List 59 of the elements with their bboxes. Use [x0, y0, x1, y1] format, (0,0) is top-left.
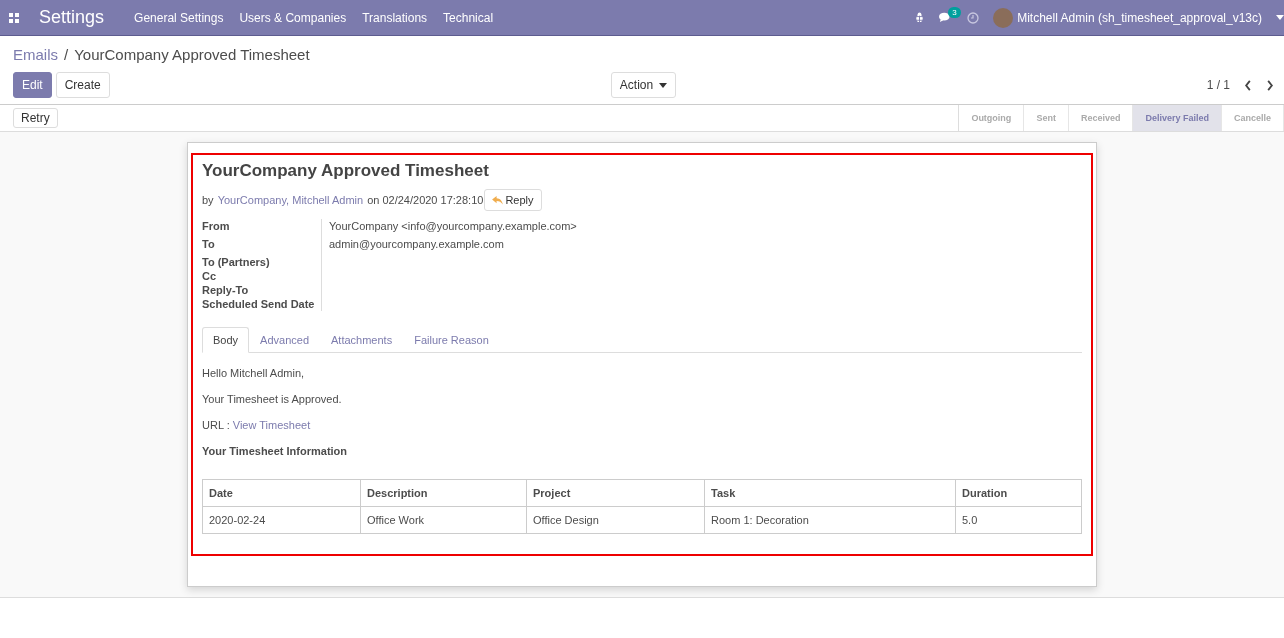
table-cell: Office Design	[526, 506, 705, 534]
pager-counter: 1 / 1	[1206, 78, 1230, 92]
clock-icon[interactable]	[967, 11, 980, 24]
menu-item[interactable]: Technical	[443, 10, 494, 25]
breadcrumb-separator: /	[64, 46, 69, 63]
table-cell: Room 1: Decoration	[704, 506, 956, 534]
app-title: Settings	[39, 7, 105, 28]
greeting-text: Hello Mitchell Admin,	[202, 367, 306, 379]
caret-icon[interactable]	[1276, 15, 1284, 20]
message-count-badge: 3	[948, 7, 961, 18]
breadcrumb-current: YourCompany Approved Timesheet	[74, 46, 310, 63]
email-subject: YourCompany Approved Timesheet	[202, 161, 490, 181]
column-header: Task	[704, 479, 956, 507]
field-label: Scheduled Send Date	[202, 297, 322, 311]
bug-icon[interactable]	[914, 12, 926, 23]
edit-button[interactable]: Edit	[13, 72, 52, 98]
field-value: YourCompany <info@yourcompany.example.com>	[328, 219, 578, 234]
action-dropdown[interactable]: Action	[610, 72, 677, 98]
previous-icon[interactable]	[1244, 79, 1252, 91]
status-stage[interactable]: Outgoing	[959, 105, 1025, 131]
sent-date: on 02/24/2020 17:28:10	[367, 194, 484, 206]
next-icon[interactable]	[1266, 79, 1274, 91]
menu-item[interactable]: Users & Companies	[239, 10, 347, 25]
field-label: Reply-To	[202, 283, 322, 297]
column-header: Project	[526, 479, 705, 507]
caret-icon	[659, 82, 668, 88]
status-stage[interactable]: Delivery Failed	[1133, 105, 1222, 131]
by-label: by	[202, 194, 214, 206]
column-header: Date	[202, 479, 361, 507]
notebook-tab[interactable]: Body	[202, 327, 250, 353]
apps-grid-icon[interactable]	[9, 12, 19, 23]
menu-item[interactable]: General Settings	[134, 10, 224, 25]
field-value: admin@yourcompany.example.com	[328, 237, 505, 252]
column-header: Description	[360, 479, 527, 507]
url-label: URL :	[202, 419, 230, 431]
menu-item[interactable]: Translations	[362, 10, 428, 25]
reply-button[interactable]: Reply	[484, 189, 542, 211]
user-menu[interactable]: Mitchell Admin (sh_timesheet_approval_v13c)	[1017, 10, 1262, 25]
authors-link[interactable]: YourCompany, Mitchell Admin	[217, 194, 364, 206]
table-cell: Office Work	[360, 506, 527, 534]
field-label: To (Partners)	[202, 255, 322, 269]
column-header: Duration	[955, 479, 1082, 507]
create-button[interactable]: Create	[55, 72, 110, 98]
table-cell: 5.0	[955, 506, 1082, 534]
retry-button[interactable]: Retry	[13, 108, 58, 128]
status-stage[interactable]: Sent	[1024, 105, 1069, 131]
table-cell: 2020-02-24	[202, 506, 361, 534]
status-text: Your Timesheet is Approved.	[202, 393, 343, 405]
view-timesheet-link[interactable]: View Timesheet	[232, 419, 311, 431]
notebook-tab[interactable]: Attachments	[320, 327, 404, 353]
reply-arrow-icon	[492, 195, 504, 205]
breadcrumb-link[interactable]: Emails	[13, 46, 58, 63]
status-stage[interactable]: Cancelle	[1221, 105, 1284, 131]
field-label: To	[202, 237, 322, 255]
notebook-tab[interactable]: Advanced	[249, 327, 320, 353]
field-label: Cc	[202, 269, 322, 283]
section-heading: Your Timesheet Information	[202, 445, 349, 457]
notebook-tab[interactable]: Failure Reason	[403, 327, 500, 353]
field-label: From	[202, 219, 322, 237]
